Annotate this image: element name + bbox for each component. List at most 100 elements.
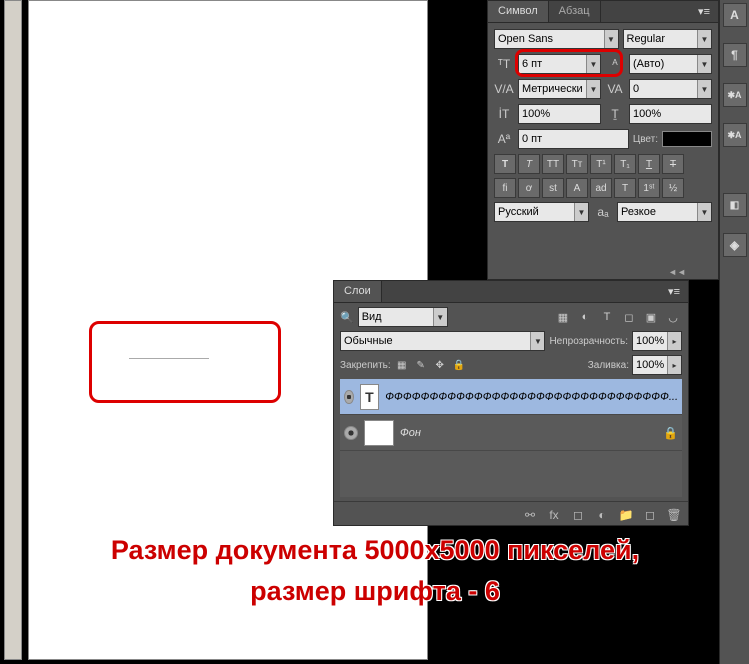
- color-label: Цвет:: [633, 134, 658, 145]
- new-layer-button[interactable]: ◻: [640, 506, 660, 524]
- filter-kind-field[interactable]: ▼: [358, 307, 448, 327]
- baseline-field[interactable]: [518, 129, 629, 149]
- tab-paragraph[interactable]: Абзац: [549, 1, 601, 22]
- layer-row[interactable]: Фон 🔒: [340, 415, 682, 451]
- character-panel: ◄◄ Символ Абзац ▾≡ ▼ ▼ ᵀT: [487, 0, 719, 280]
- layers-panel: ◄◄ Слои ▾≡ 🔍 ▼ ▦ ◐ T ◻ ▣ ◡: [333, 280, 689, 526]
- tab-layers[interactable]: Слои: [334, 281, 382, 302]
- chevron-down-icon[interactable]: ▼: [604, 30, 618, 48]
- leading-icon: ᴬ: [605, 54, 625, 74]
- subscript-button[interactable]: T₁: [614, 154, 636, 174]
- underline-button[interactable]: T: [638, 154, 660, 174]
- tracking-icon: VA: [605, 79, 625, 99]
- ligature-fi-button[interactable]: fi: [494, 178, 516, 198]
- chevron-down-icon[interactable]: ▼: [697, 203, 711, 221]
- font-family-field[interactable]: ▼: [494, 29, 619, 49]
- layer-list: T ФФФФФФФФФФФФФФФФФФФФФФФФФФФФФФФФ... Фо…: [340, 379, 682, 497]
- opacity-field[interactable]: ▸: [632, 331, 682, 351]
- chevron-down-icon[interactable]: ▼: [586, 55, 600, 73]
- font-size-field[interactable]: ▼: [518, 54, 601, 74]
- layer-mask-button[interactable]: ◻: [568, 506, 588, 524]
- vscale-icon: İT: [494, 104, 514, 124]
- ordinals-button[interactable]: T: [614, 178, 636, 198]
- chevron-down-icon[interactable]: ▼: [697, 30, 711, 48]
- fractions-button[interactable]: ½: [662, 178, 684, 198]
- lock-icon: 🔒: [663, 426, 678, 440]
- tracking-field[interactable]: ▼: [629, 79, 712, 99]
- allcaps-button[interactable]: TT: [542, 154, 564, 174]
- lock-all-button[interactable]: 🔒: [451, 357, 467, 373]
- fill-label: Заливка:: [588, 360, 629, 371]
- layer-row[interactable]: T ФФФФФФФФФФФФФФФФФФФФФФФФФФФФФФФФ...: [340, 379, 682, 415]
- chevron-down-icon[interactable]: ▸: [667, 356, 681, 374]
- superscript-button[interactable]: T¹: [590, 154, 612, 174]
- blend-mode-field[interactable]: ▼: [340, 331, 545, 351]
- dock-styles-icon[interactable]: ✱A: [723, 83, 747, 107]
- titling-button[interactable]: A: [566, 178, 588, 198]
- layer-thumbnail[interactable]: T: [360, 384, 380, 410]
- filter-shape-icon[interactable]: ◻: [620, 308, 638, 326]
- layer-name[interactable]: ФФФФФФФФФФФФФФФФФФФФФФФФФФФФФФФФ...: [385, 391, 678, 403]
- layer-name[interactable]: Фон: [400, 427, 657, 439]
- filter-type-icon[interactable]: T: [598, 308, 616, 326]
- font-style-field[interactable]: ▼: [623, 29, 713, 49]
- dock-parastyles-icon[interactable]: ✱A: [723, 123, 747, 147]
- group-button[interactable]: 📁: [616, 506, 636, 524]
- smallcaps-button[interactable]: Tᴛ: [566, 154, 588, 174]
- collapse-panel-icon[interactable]: ◄◄: [668, 267, 686, 277]
- filter-adjust-icon[interactable]: ◐: [576, 308, 594, 326]
- fill-field[interactable]: ▸: [632, 355, 682, 375]
- dock-cube-icon[interactable]: ◈: [723, 233, 747, 257]
- contextual-button[interactable]: ad: [590, 178, 612, 198]
- stylistic-button[interactable]: st: [542, 178, 564, 198]
- lock-label: Закрепить:: [340, 360, 391, 371]
- chevron-down-icon[interactable]: ▼: [697, 80, 711, 98]
- lock-position-button[interactable]: ✥: [432, 357, 448, 373]
- lock-pixels-button[interactable]: ✎: [413, 357, 429, 373]
- visibility-toggle[interactable]: [344, 390, 354, 404]
- layer-thumbnail[interactable]: [364, 420, 394, 446]
- vscale-field[interactable]: [518, 104, 601, 124]
- right-dock: A ¶ ✱A ✱A ◧ ◈: [719, 0, 749, 664]
- baseline-icon: Aª: [494, 129, 514, 149]
- dock-paragraph-icon[interactable]: ¶: [723, 43, 747, 67]
- filter-toggle-icon[interactable]: ◡: [664, 308, 682, 326]
- vertical-scrollbar[interactable]: [4, 0, 22, 660]
- visibility-toggle[interactable]: [344, 426, 358, 440]
- font-size-icon: ᵀT: [494, 54, 514, 74]
- leading-field[interactable]: ▼: [629, 54, 712, 74]
- panel-menu-icon[interactable]: ▾≡: [660, 281, 688, 302]
- annotation-highlight-1: [89, 321, 281, 403]
- dock-layers-icon[interactable]: ◧: [723, 193, 747, 217]
- language-field[interactable]: ▼: [494, 202, 589, 222]
- lining-button[interactable]: 1ˢᵗ: [638, 178, 660, 198]
- chevron-down-icon[interactable]: ▼: [530, 332, 544, 350]
- kerning-icon: V/A: [494, 79, 514, 99]
- dock-character-icon[interactable]: A: [723, 3, 747, 27]
- chevron-down-icon[interactable]: ▼: [574, 203, 588, 221]
- lock-transparency-button[interactable]: ▦: [394, 357, 410, 373]
- chevron-down-icon[interactable]: ▼: [697, 55, 711, 73]
- strikethrough-button[interactable]: T: [662, 154, 684, 174]
- kerning-field[interactable]: ▼: [518, 79, 601, 99]
- hscale-field[interactable]: [629, 104, 712, 124]
- tiny-text-sample: [129, 358, 209, 359]
- chevron-down-icon[interactable]: ▸: [667, 332, 681, 350]
- text-color-swatch[interactable]: [662, 131, 712, 147]
- bold-button[interactable]: T: [494, 154, 516, 174]
- antialias-field[interactable]: ▼: [617, 202, 712, 222]
- swash-button[interactable]: ơ: [518, 178, 540, 198]
- filter-pixel-icon[interactable]: ▦: [554, 308, 572, 326]
- delete-layer-button[interactable]: 🗑: [664, 506, 684, 524]
- adjustment-layer-button[interactable]: ◐: [592, 506, 612, 524]
- tab-character[interactable]: Символ: [488, 1, 549, 22]
- opacity-label: Непрозрачность:: [549, 336, 628, 347]
- chevron-down-icon[interactable]: ▼: [586, 80, 600, 98]
- filter-smart-icon[interactable]: ▣: [642, 308, 660, 326]
- layer-fx-button[interactable]: fx: [544, 506, 564, 524]
- panel-menu-icon[interactable]: ▾≡: [690, 1, 718, 22]
- chevron-down-icon[interactable]: ▼: [433, 308, 447, 326]
- italic-button[interactable]: T: [518, 154, 540, 174]
- link-layers-button[interactable]: ⚯: [520, 506, 540, 524]
- search-icon: 🔍: [340, 311, 354, 324]
